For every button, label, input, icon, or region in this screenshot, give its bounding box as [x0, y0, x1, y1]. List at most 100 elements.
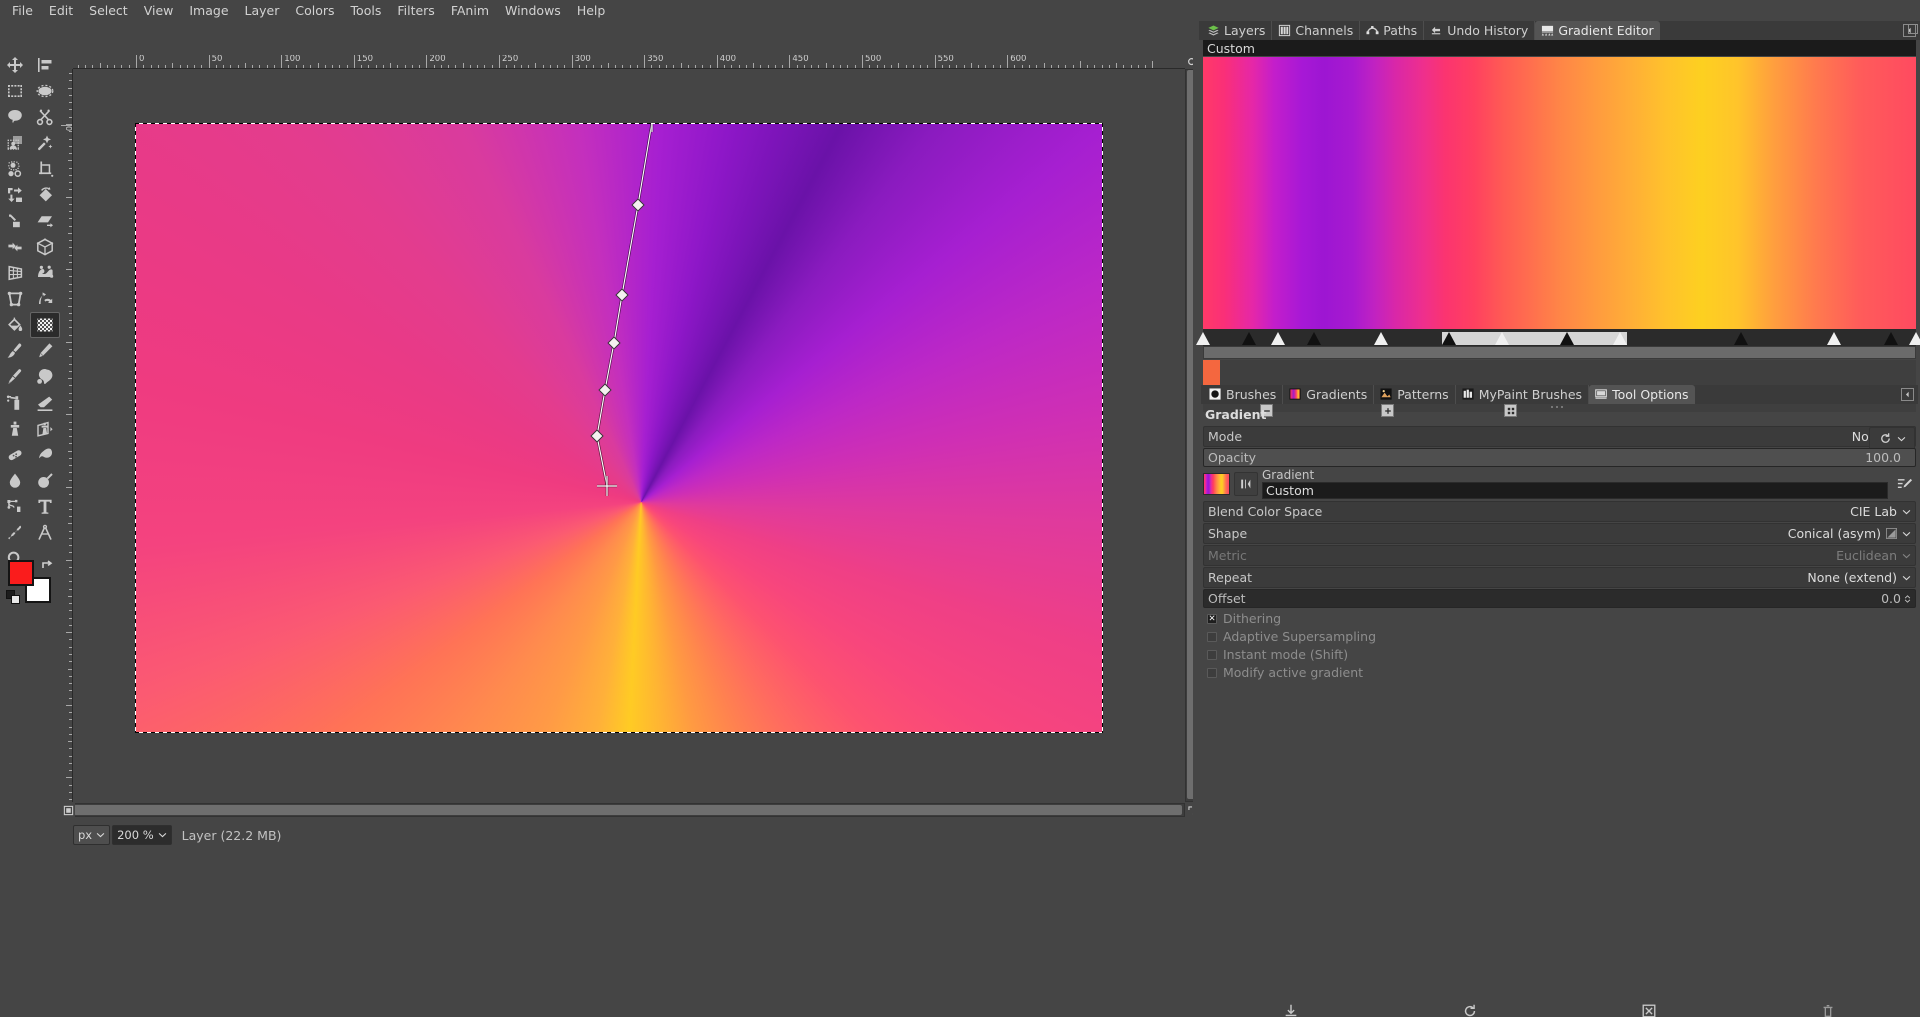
- tab-mypaint-brushes[interactable]: MyPaint Brushes: [1455, 385, 1590, 404]
- warp-transform-tool[interactable]: [30, 260, 60, 286]
- edit-gradient-button[interactable]: [1892, 472, 1916, 496]
- tab-tool-options[interactable]: Tool Options: [1589, 385, 1695, 404]
- color-picker-tool[interactable]: [0, 520, 30, 546]
- switch-to-default-mode-button[interactable]: [1869, 427, 1915, 450]
- checkbox-dithering[interactable]: Dithering: [1207, 611, 1916, 626]
- quick-mask-toggle-button[interactable]: [61, 803, 75, 817]
- menu-tools[interactable]: Tools: [343, 1, 390, 21]
- menu-image[interactable]: Image: [181, 1, 236, 21]
- scale-tool[interactable]: [0, 208, 30, 234]
- gradient-stop-marker[interactable]: [1242, 332, 1257, 345]
- gradient-stop-marker[interactable]: [1306, 332, 1321, 345]
- checkbox-box[interactable]: [1207, 613, 1217, 624]
- opacity-slider[interactable]: Opacity 100.0: [1203, 448, 1916, 467]
- eraser-tool[interactable]: [30, 390, 60, 416]
- dock-menu-button-bottom[interactable]: [1901, 388, 1914, 401]
- menu-file[interactable]: File: [4, 1, 41, 21]
- tab-layers[interactable]: Layers: [1201, 21, 1273, 40]
- gradient-stop-marker[interactable]: [1734, 332, 1749, 345]
- checkbox-instant-mode-shift[interactable]: Instant mode (Shift): [1207, 647, 1916, 662]
- save-tool-preset-button[interactable]: [1283, 1003, 1299, 1017]
- repeat-row[interactable]: Repeat None (extend): [1203, 567, 1916, 588]
- offset-slider[interactable]: Offset 0.0: [1203, 589, 1916, 608]
- ruler-corner-button[interactable]: [61, 55, 73, 69]
- menu-edit[interactable]: Edit: [41, 1, 81, 21]
- image-layer[interactable]: [135, 123, 1103, 733]
- alignment-tool[interactable]: [30, 52, 60, 78]
- menu-help[interactable]: Help: [569, 1, 614, 21]
- blend-color-space-row[interactable]: Blend Color Space CIE Lab: [1203, 501, 1916, 522]
- gradient-zoom-slider[interactable]: [1203, 346, 1916, 359]
- paintbrush-tool[interactable]: [0, 338, 30, 364]
- chevron-down-icon[interactable]: [1902, 575, 1911, 581]
- gradient-stop-marker[interactable]: [1495, 332, 1510, 345]
- reset-tool-options-button[interactable]: [1641, 1003, 1657, 1017]
- canvas-viewport[interactable]: [73, 69, 1199, 802]
- horizontal-scrollbar[interactable]: [73, 803, 1185, 817]
- vertical-ruler[interactable]: 0: [61, 69, 73, 802]
- menu-colors[interactable]: Colors: [287, 1, 342, 21]
- checkbox-modify-active-gradient[interactable]: Modify active gradient: [1207, 665, 1916, 680]
- gradient-tool[interactable]: [30, 312, 60, 338]
- swap-colors-icon[interactable]: [40, 558, 54, 572]
- zoom-combo[interactable]: 200 %: [112, 825, 172, 845]
- tab-gradient-editor[interactable]: Gradient Editor: [1535, 21, 1660, 40]
- perspective-tool[interactable]: [0, 260, 30, 286]
- ink-tool[interactable]: [0, 364, 30, 390]
- foreground-color-swatch[interactable]: [8, 560, 34, 586]
- foreground-select-tool[interactable]: [0, 130, 30, 156]
- gradient-value[interactable]: Custom: [1262, 482, 1888, 499]
- menu-view[interactable]: View: [136, 1, 182, 21]
- gradient-stop-marker[interactable]: [1441, 332, 1456, 345]
- measure-tool[interactable]: [30, 520, 60, 546]
- move-tool[interactable]: [0, 52, 30, 78]
- tab-paths[interactable]: Paths: [1360, 21, 1425, 40]
- free-select-tool[interactable]: [0, 104, 30, 130]
- horizontal-ruler[interactable]: 0 50 100 150 200 250 300 350 400 450 500 550 600: [73, 55, 1199, 69]
- default-colors-icon[interactable]: [6, 590, 21, 605]
- menu-filters[interactable]: Filters: [389, 1, 442, 21]
- gradient-stop-marker[interactable]: [1909, 332, 1920, 345]
- gradient-stop-marker[interactable]: [1613, 332, 1628, 345]
- mypaint-brush-tool[interactable]: [30, 364, 60, 390]
- shear-tool[interactable]: [30, 208, 60, 234]
- unit-combo[interactable]: px: [73, 825, 111, 845]
- perspective-clone-tool[interactable]: [30, 416, 60, 442]
- gradient-stop-marker[interactable]: [1270, 332, 1285, 345]
- gradient-stop-markers[interactable]: [1196, 329, 1920, 346]
- tab-gradients[interactable]: Gradients: [1283, 385, 1375, 404]
- gradient-stop-marker[interactable]: [1884, 332, 1899, 345]
- text-tool[interactable]: [30, 494, 60, 520]
- gradient-preview-button[interactable]: [1203, 473, 1230, 495]
- rectangle-select-tool[interactable]: [0, 78, 30, 104]
- checkbox-box[interactable]: [1207, 631, 1217, 642]
- clone-tool[interactable]: [0, 416, 30, 442]
- smudge-tool[interactable]: [30, 442, 60, 468]
- reverse-gradient-button[interactable]: [1234, 472, 1258, 496]
- gradient-stop-marker[interactable]: [1827, 332, 1841, 345]
- dodge-burn-tool[interactable]: [30, 468, 60, 494]
- tab-patterns[interactable]: Patterns: [1374, 385, 1456, 404]
- ellipse-select-tool[interactable]: [30, 78, 60, 104]
- chevron-down-icon[interactable]: [1902, 509, 1911, 515]
- delete-tool-preset-button[interactable]: [1820, 1003, 1836, 1017]
- blur-sharpen-tool[interactable]: [0, 468, 30, 494]
- handle-transform-tool[interactable]: [0, 286, 30, 312]
- tab-brushes[interactable]: Brushes: [1203, 385, 1284, 404]
- unified-transform-tool[interactable]: [0, 182, 30, 208]
- menu-fanim[interactable]: FAnim: [443, 1, 497, 21]
- gradient-stop-marker[interactable]: [1374, 332, 1389, 345]
- checkbox-box[interactable]: [1207, 667, 1217, 678]
- gradient-stop-marker[interactable]: [1559, 332, 1574, 345]
- select-by-color-tool[interactable]: [0, 156, 30, 182]
- shape-row[interactable]: Shape Conical (asym): [1203, 523, 1916, 544]
- paths-tool[interactable]: [0, 494, 30, 520]
- checkbox-adaptive-supersampling[interactable]: Adaptive Supersampling: [1207, 629, 1916, 644]
- 3d-transform-tool[interactable]: [30, 234, 60, 260]
- menu-select[interactable]: Select: [81, 1, 136, 21]
- offset-spinner[interactable]: [1904, 594, 1911, 603]
- bucket-fill-tool[interactable]: [0, 312, 30, 338]
- chevron-down-icon[interactable]: [1897, 436, 1906, 442]
- menu-windows[interactable]: Windows: [497, 1, 569, 21]
- chevron-down-icon[interactable]: [1902, 531, 1911, 537]
